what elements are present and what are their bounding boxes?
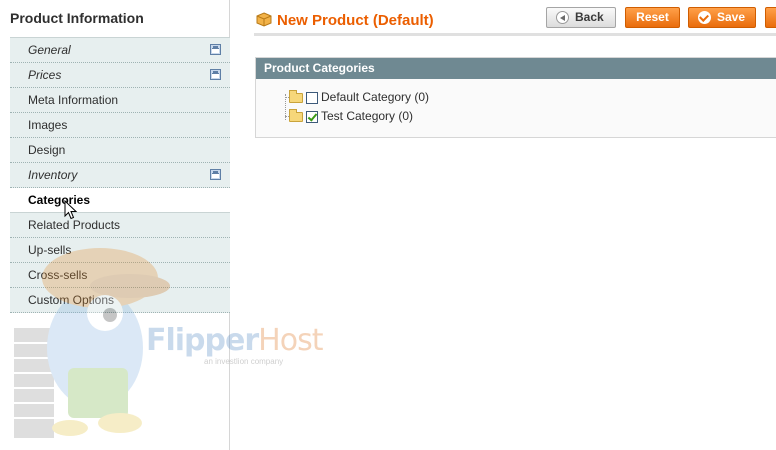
tree-node-test-category[interactable]: Test Category (0)	[285, 107, 429, 126]
category-tree: Default Category (0) Test Category (0)	[285, 88, 429, 126]
folder-icon	[289, 109, 303, 122]
category-checkbox-checked[interactable]	[306, 111, 318, 123]
page-header: New Product (Default) Back Reset Save	[254, 0, 776, 36]
more-actions-button[interactable]	[765, 7, 776, 28]
category-label: Default Category (0)	[321, 90, 430, 104]
back-button[interactable]: Back	[546, 7, 616, 28]
save-button[interactable]: Save	[688, 7, 756, 28]
tab-inventory[interactable]: Inventory	[10, 163, 230, 188]
tab-label: Meta Information	[28, 93, 119, 107]
tab-meta-information[interactable]: Meta Information	[10, 88, 230, 113]
category-checkbox[interactable]	[306, 92, 318, 104]
tab-general[interactable]: General	[10, 38, 230, 63]
tab-label: Categories	[28, 193, 91, 207]
tab-label: Images	[28, 118, 68, 132]
reset-button[interactable]: Reset	[625, 7, 680, 28]
save-icon	[210, 44, 221, 55]
brand-watermark: FlipperHost an investlion company	[146, 323, 323, 366]
back-button-label: Back	[575, 10, 604, 24]
section-heading: Product Categories	[256, 58, 776, 79]
back-arrow-icon	[556, 11, 569, 24]
box-icon	[256, 12, 272, 27]
page-title: New Product (Default)	[277, 12, 434, 29]
category-label: Test Category (0)	[321, 109, 414, 123]
tab-prices[interactable]: Prices	[10, 63, 230, 88]
mouse-cursor-icon	[64, 200, 78, 220]
folder-icon	[289, 90, 303, 103]
tab-label: Prices	[28, 68, 62, 82]
save-button-label: Save	[717, 10, 746, 24]
tab-label: General	[28, 43, 71, 57]
product-categories-section: Product Categories Default Category (0) …	[255, 57, 776, 138]
tab-label: Design	[28, 143, 66, 157]
save-icon	[210, 69, 221, 80]
tab-images[interactable]: Images	[10, 113, 230, 138]
tab-categories[interactable]: Categories	[10, 188, 230, 213]
reset-button-label: Reset	[636, 10, 669, 24]
watermark-tagline: an investlion company	[204, 357, 284, 366]
tab-design[interactable]: Design	[10, 138, 230, 163]
checkmark-icon	[698, 11, 711, 24]
tab-label: Inventory	[28, 168, 78, 182]
sidebar-title: Product Information	[10, 10, 144, 26]
watermark-brand: FlipperHost	[146, 323, 323, 358]
tree-node-default-category[interactable]: Default Category (0)	[285, 88, 429, 107]
save-icon	[210, 169, 221, 180]
